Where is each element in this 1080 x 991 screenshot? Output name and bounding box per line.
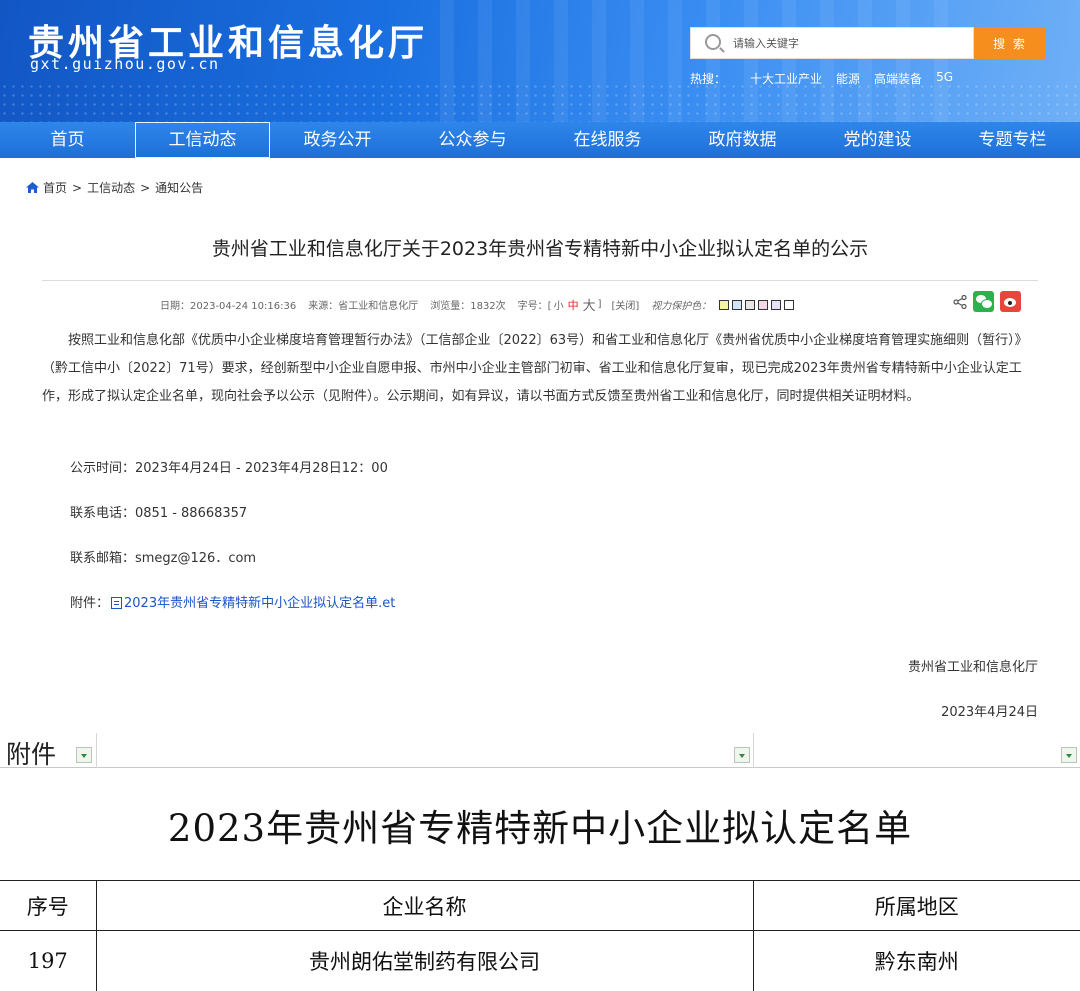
breadcrumb: 首页 > 工信动态 > 通知公告 xyxy=(26,179,203,196)
site-domain: gxt.guizhou.gov.cn xyxy=(30,55,220,73)
sheet-title: 2023年贵州省专精特新中小企业拟认定名单 xyxy=(167,807,913,850)
nav-item-party-building[interactable]: 党的建设 xyxy=(810,122,945,158)
search-box[interactable] xyxy=(690,27,974,59)
breadcrumb-news[interactable]: 工信动态 xyxy=(87,179,135,196)
company-table: 序号 企业名称 所属地区 197 贵州朗佑堂制药有限公司 黔东南州 xyxy=(0,880,1080,991)
header-dot-pattern xyxy=(0,82,1080,122)
breadcrumb-separator: > xyxy=(140,180,151,195)
filter-dropdown-icon[interactable] xyxy=(1061,747,1077,763)
search-button[interactable]: 搜 索 xyxy=(974,27,1046,59)
signature-org: 贵州省工业和信息化厅 xyxy=(907,660,1038,675)
nav-item-home[interactable]: 首页 xyxy=(0,122,135,158)
hot-search-term[interactable]: 高端装备 xyxy=(874,70,922,87)
search-input[interactable] xyxy=(733,28,963,58)
sheet-header-row: 附件 xyxy=(0,733,1080,769)
eye-protection-color-gray[interactable] xyxy=(745,299,756,310)
header-region: 所属地区 xyxy=(752,880,1080,931)
eye-protection-color-lavender[interactable] xyxy=(771,299,782,310)
breadcrumb-separator: > xyxy=(72,180,83,195)
wechat-share-icon[interactable] xyxy=(973,291,994,312)
article-body: 按照工业和信息化部《优质中小企业梯度培育管理暂行办法》（工信部企业〔2022〕6… xyxy=(42,333,1028,404)
breadcrumb-notices[interactable]: 通知公告 xyxy=(155,179,203,196)
view-count: 浏览量：1832次 xyxy=(430,301,506,312)
table-header-row: 序号 企业名称 所属地区 xyxy=(0,880,1080,931)
font-size-bracket: ] xyxy=(597,299,602,310)
nav-item-government-data[interactable]: 政府数据 xyxy=(675,122,810,158)
cell-serial: 197 xyxy=(0,930,97,991)
signature-date: 2023年4月24日 xyxy=(941,705,1038,720)
font-size-large-button[interactable]: 大 xyxy=(583,295,596,314)
eye-protection-color-white[interactable] xyxy=(784,299,795,310)
cell-company-name: 贵州朗佑堂制药有限公司 xyxy=(95,930,754,991)
font-size-small-button[interactable]: 小 xyxy=(554,297,564,312)
publish-date: 日期：2023-04-24 10:16:36 xyxy=(160,301,297,312)
home-icon xyxy=(26,182,39,193)
share-icon[interactable] xyxy=(953,294,967,309)
font-size-label: 字号：[ xyxy=(517,301,552,312)
hot-search: 热搜： 十大工业产业 能源 高端装备 5G xyxy=(690,70,967,87)
column-divider xyxy=(753,733,754,768)
font-size-medium-button[interactable]: 中 xyxy=(568,297,579,313)
spreadsheet-file-icon xyxy=(111,597,123,609)
title-divider xyxy=(42,280,1038,281)
article-title: 贵州省工业和信息化厅关于2023年贵州省专精特新中小企业拟认定名单的公示 xyxy=(211,238,869,260)
eye-protection-color-yellow[interactable] xyxy=(719,299,730,310)
site-header: 贵州省工业和信息化厅 gxt.guizhou.gov.cn 搜 索 热搜： 十大… xyxy=(0,0,1080,122)
nav-item-news[interactable]: 工信动态 xyxy=(135,122,270,158)
nav-item-government-affairs[interactable]: 政务公开 xyxy=(270,122,405,158)
nav-item-online-services[interactable]: 在线服务 xyxy=(540,122,675,158)
eye-protection-color-pink[interactable] xyxy=(758,299,769,310)
notice-period: 公示时间：2023年4月24日 - 2023年4月28日12：00 xyxy=(70,461,388,476)
attachment-row: 附件： 2023年贵州省专精特新中小企业拟认定名单.et xyxy=(70,592,395,611)
close-button[interactable]: [关闭] xyxy=(612,297,640,312)
header-company-name: 企业名称 xyxy=(95,880,754,931)
attachment-link[interactable]: 2023年贵州省专精特新中小企业拟认定名单.et xyxy=(124,596,395,611)
hot-search-term[interactable]: 5G xyxy=(936,70,953,87)
filter-dropdown-icon[interactable] xyxy=(734,747,750,763)
main-nav: 首页 工信动态 政务公开 公众参与 在线服务 政府数据 党的建设 专题专栏 xyxy=(0,122,1080,158)
contact-email: 联系邮箱：smegz@126．com xyxy=(70,551,257,566)
share-bar xyxy=(953,291,1021,312)
hot-search-term[interactable]: 能源 xyxy=(836,70,860,87)
contact-phone: 联系电话：0851 - 88668357 xyxy=(70,506,248,521)
nav-item-special-topics[interactable]: 专题专栏 xyxy=(945,122,1080,158)
cell-region: 黔东南州 xyxy=(752,930,1080,991)
header-serial: 序号 xyxy=(0,880,97,931)
search-icon xyxy=(705,34,721,50)
eye-protection-color-blue[interactable] xyxy=(732,299,743,310)
nav-item-public-participation[interactable]: 公众参与 xyxy=(405,122,540,158)
weibo-share-icon[interactable] xyxy=(1000,291,1021,312)
eye-protection-label: 视力保护色： xyxy=(651,301,712,312)
filter-dropdown-icon[interactable] xyxy=(76,747,92,763)
column-divider xyxy=(96,733,97,768)
hot-search-label: 热搜： xyxy=(690,72,727,86)
hot-search-term[interactable]: 十大工业产业 xyxy=(750,70,822,87)
article-meta: 日期：2023-04-24 10:16:36 来源：省工业和信息化厅 浏览量：1… xyxy=(160,295,797,314)
article-source: 来源：省工业和信息化厅 xyxy=(308,301,419,312)
table-row: 197 贵州朗佑堂制药有限公司 黔东南州 xyxy=(0,930,1080,991)
sheet-label: 附件 xyxy=(6,740,57,769)
breadcrumb-home[interactable]: 首页 xyxy=(43,179,67,196)
attachment-label: 附件： xyxy=(70,596,110,611)
